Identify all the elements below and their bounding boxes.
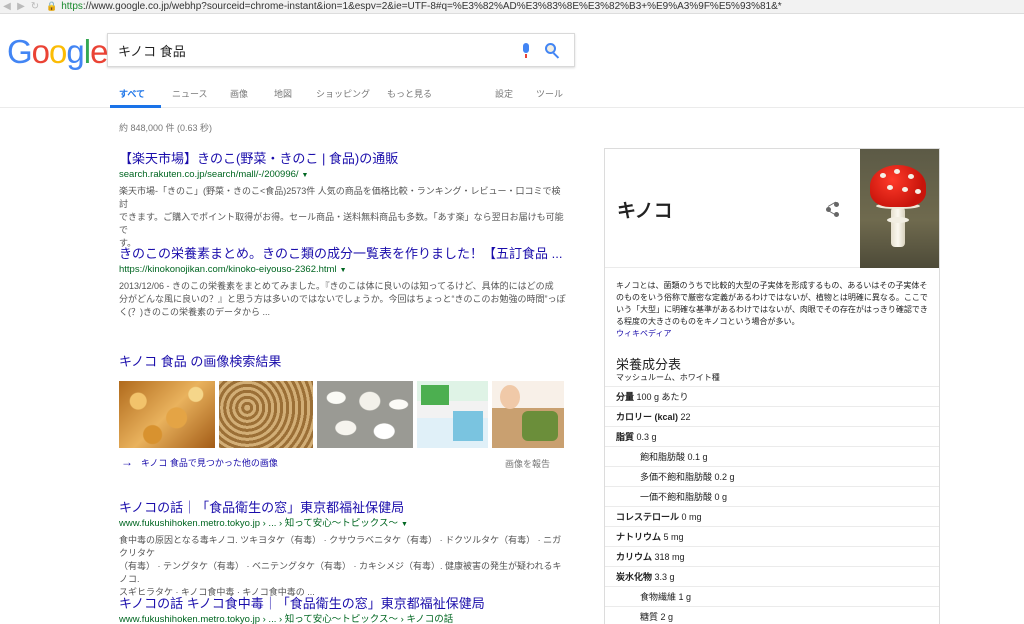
result-stats: 約 848,000 件 (0.63 秒) bbox=[119, 123, 213, 133]
image-thumbnails bbox=[119, 381, 564, 448]
nutrition-title: 栄養成分表 bbox=[616, 357, 682, 372]
tab-maps[interactable]: 地図 bbox=[274, 87, 292, 100]
nutrition-row: 分量 100 g あたり bbox=[605, 386, 939, 406]
nutrition-row: 一価不飽和脂肪酸 0 g bbox=[605, 486, 939, 506]
search-tabs: すべて ニュース 画像 地図 ショッピング もっと見る 設定 ツール bbox=[0, 80, 1024, 108]
search-icon[interactable] bbox=[545, 43, 561, 59]
more-images-link[interactable]: → キノコ 食品で見つかった他の画像 bbox=[121, 455, 278, 469]
thumbnail-image[interactable] bbox=[119, 381, 215, 448]
tab-more[interactable]: もっと見る bbox=[387, 87, 432, 100]
knowledge-panel-description: キノコとは、菌類のうちで比較的大型の子実体を形成するもの、あるいはその子実体その… bbox=[616, 281, 928, 338]
search-result: キノコの話｜「食品衛生の窓」東京都福祉保健局 www.fukushihoken.… bbox=[119, 500, 569, 599]
nutrition-row: 脂質 0.3 g bbox=[605, 426, 939, 446]
knowledge-panel-header: キノコ bbox=[605, 149, 939, 268]
nutrition-row: 多価不飽和脂肪酸 0.2 g bbox=[605, 466, 939, 486]
result-url: https://kinokonojikan.com/kinoko-eiyouso… bbox=[119, 264, 347, 275]
caret-down-icon[interactable]: ▼ bbox=[401, 521, 408, 528]
search-result: きのこの栄養素まとめ。きのこ類の成分一覧表を作りました！【五訂食品 ... ht… bbox=[119, 246, 569, 319]
reload-icon[interactable]: ↻ bbox=[28, 1, 42, 13]
thumbnail-image[interactable] bbox=[417, 381, 488, 448]
result-snippet: 2013/12/06 - きのこの栄養素をまとめてみました。『きのこは体に良いの… bbox=[119, 281, 566, 317]
result-snippet: 食中毒の原因となる毒キノコ. ツキヨタケ（有毒） · クサウラベニタケ（有毒） … bbox=[119, 535, 562, 597]
caret-down-icon[interactable]: ▼ bbox=[340, 267, 347, 274]
nutrition-row: 飽和脂肪酸 0.1 g bbox=[605, 446, 939, 466]
thumbnail-image[interactable] bbox=[219, 381, 313, 448]
nutrition-row: 糖質 2 g bbox=[605, 606, 939, 624]
search-result: キノコの話 キノコ食中毒｜「食品衛生の窓」東京都福祉保健局 www.fukush… bbox=[119, 596, 569, 624]
back-icon[interactable]: ◀ bbox=[0, 1, 14, 13]
report-images-link[interactable]: 画像を報告 bbox=[505, 457, 550, 470]
nutrition-subtitle: マッシュルーム、ホワイト種 bbox=[616, 373, 720, 382]
nutrition-row: ナトリウム 5 mg bbox=[605, 526, 939, 546]
active-tab-indicator bbox=[110, 105, 161, 108]
search-box bbox=[107, 33, 575, 67]
browser-address-bar: ◀ ▶ ↻ 🔒 https://www.google.co.jp/webhp?s… bbox=[0, 0, 1024, 14]
tab-tools[interactable]: ツール bbox=[536, 87, 563, 100]
thumbnail-image[interactable] bbox=[492, 381, 564, 448]
tab-settings[interactable]: 設定 bbox=[495, 87, 513, 100]
thumbnail-image[interactable] bbox=[317, 381, 413, 448]
search-result: 【楽天市場】きのこ(野菜・きのこ | 食品)の通販 search.rakuten… bbox=[119, 151, 569, 250]
url-field[interactable]: https://www.google.co.jp/webhp?sourceid=… bbox=[61, 1, 781, 12]
result-title-link[interactable]: 【楽天市場】きのこ(野菜・きのこ | 食品)の通販 bbox=[119, 151, 569, 167]
search-input[interactable] bbox=[118, 42, 508, 58]
result-url: www.fukushihoken.metro.tokyo.jp › ... › … bbox=[119, 614, 454, 624]
knowledge-panel: キノコ キノコとは、菌類のうちで比較的大型の子実体を形成するもの、あるいはその子… bbox=[604, 148, 940, 624]
lock-icon: 🔒 bbox=[46, 1, 58, 11]
nutrition-row: コレステロール 0 mg bbox=[605, 506, 939, 526]
image-results-section: キノコ 食品 の画像検索結果 → キノコ 食品で見つかった他の画像 画像を報告 bbox=[119, 351, 569, 469]
mushroom-photo[interactable] bbox=[860, 149, 939, 268]
result-url: www.fukushihoken.metro.tokyo.jp › ... › … bbox=[119, 518, 408, 529]
share-icon[interactable] bbox=[825, 201, 841, 217]
forward-icon[interactable]: ▶ bbox=[14, 1, 28, 13]
tab-news[interactable]: ニュース bbox=[172, 87, 208, 100]
image-results-title[interactable]: キノコ 食品 の画像検索結果 bbox=[119, 351, 569, 370]
arrow-right-icon: → bbox=[121, 455, 133, 469]
tab-all[interactable]: すべて bbox=[119, 87, 145, 100]
google-logo[interactable]: Google bbox=[7, 33, 108, 71]
result-title-link[interactable]: キノコの話 キノコ食中毒｜「食品衛生の窓」東京都福祉保健局 bbox=[119, 596, 569, 612]
mic-icon[interactable] bbox=[522, 43, 530, 59]
nutrition-row: 炭水化物 3.3 g bbox=[605, 566, 939, 586]
tab-images[interactable]: 画像 bbox=[230, 87, 248, 100]
caret-down-icon[interactable]: ▼ bbox=[302, 172, 309, 179]
result-title-link[interactable]: きのこの栄養素まとめ。きのこ類の成分一覧表を作りました！【五訂食品 ... bbox=[119, 246, 569, 262]
result-url: search.rakuten.co.jp/search/mall/-/20099… bbox=[119, 169, 309, 180]
nutrition-row: 食物繊維 1 g bbox=[605, 586, 939, 606]
wikipedia-link[interactable]: ウィキペディア bbox=[616, 329, 671, 338]
result-title-link[interactable]: キノコの話｜「食品衛生の窓」東京都福祉保健局 bbox=[119, 500, 569, 516]
tab-shopping[interactable]: ショッピング bbox=[316, 87, 370, 100]
nutrition-table: 分量 100 g あたり カロリー (kcal) 22 脂質 0.3 g 飽和脂… bbox=[605, 386, 939, 624]
result-snippet: 楽天市場-「きのこ」(野菜・きのこ<食品)2573件 人気の商品を価格比較・ラン… bbox=[119, 186, 564, 248]
nutrition-row: カロリー (kcal) 22 bbox=[605, 406, 939, 426]
knowledge-panel-title: キノコ bbox=[617, 201, 673, 222]
nutrition-row: カリウム 318 mg bbox=[605, 546, 939, 566]
